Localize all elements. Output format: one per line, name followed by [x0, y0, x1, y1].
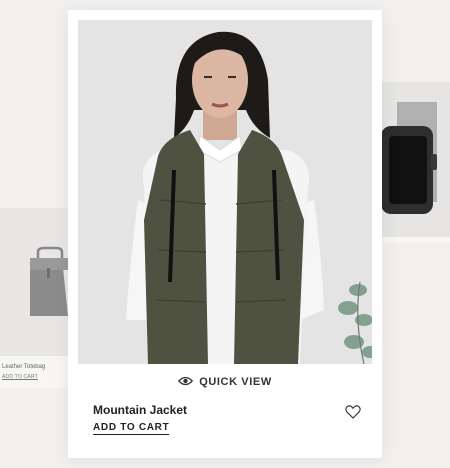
product-name: Leather Totebag: [2, 364, 46, 370]
product-name[interactable]: Mountain Jacket: [93, 403, 187, 417]
add-to-cart-link[interactable]: ADD TO CART: [2, 374, 38, 380]
quick-view-button[interactable]: QUICK VIEW: [68, 364, 382, 400]
product-image-totebag[interactable]: [0, 208, 68, 356]
quick-view-label: QUICK VIEW: [199, 376, 272, 388]
product-image-mountain-jacket[interactable]: [78, 20, 372, 364]
product-image-watch[interactable]: [381, 82, 450, 237]
add-to-cart-button[interactable]: ADD TO CART: [93, 422, 170, 435]
heart-icon[interactable]: [344, 403, 362, 421]
product-card-leather-totebag[interactable]: Leather Totebag ADD TO CART: [0, 208, 68, 388]
eye-icon: [178, 376, 194, 389]
product-card-smartwatch[interactable]: [381, 82, 450, 242]
product-card-mountain-jacket[interactable]: QUICK VIEW Mountain Jacket ADD TO CART: [68, 10, 382, 458]
